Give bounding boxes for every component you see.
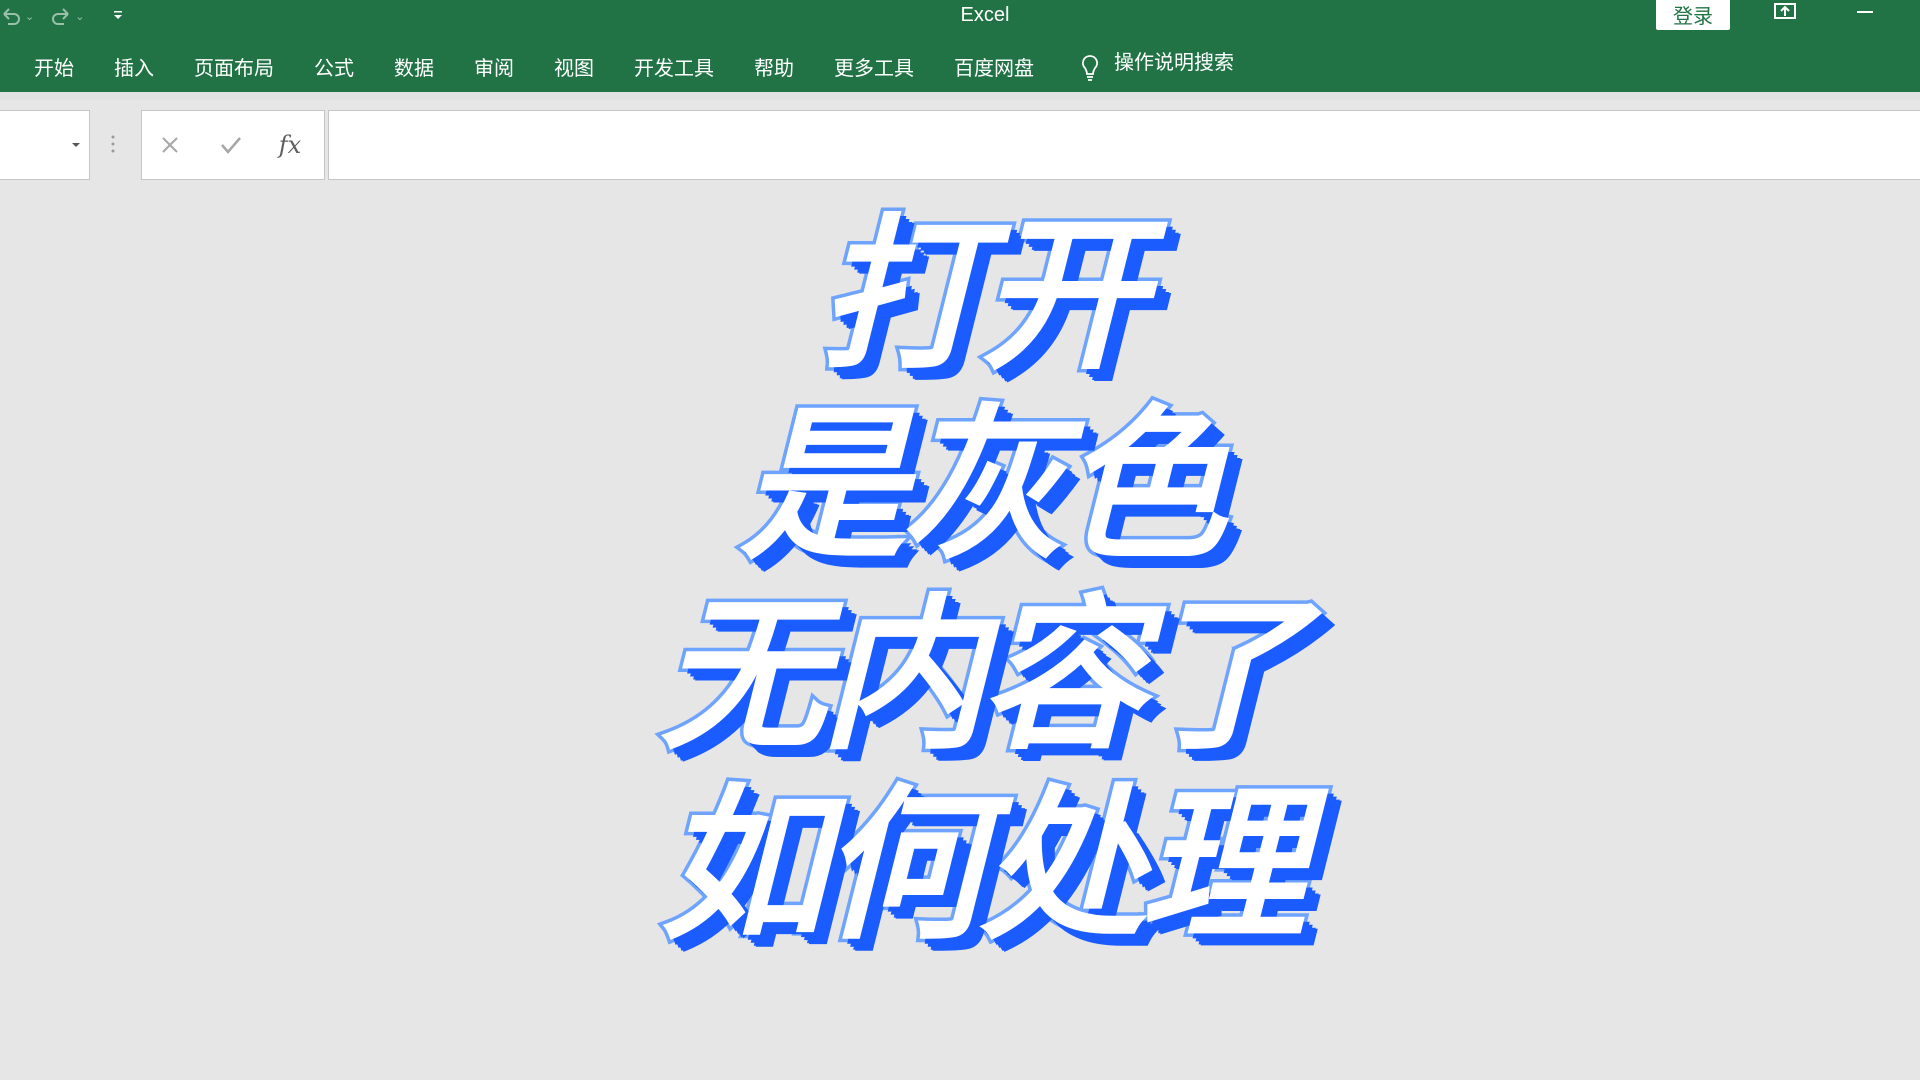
app-title: Excel xyxy=(960,4,1010,26)
ribbon-display-options-icon[interactable] xyxy=(1772,0,1798,26)
fx-icon: fx xyxy=(278,131,302,159)
insert-function-button[interactable]: fx xyxy=(274,129,306,161)
ribbon-collapsed-area xyxy=(0,92,1920,100)
tab-data[interactable]: 数据 xyxy=(374,32,454,92)
chevron-down-icon[interactable] xyxy=(72,143,80,147)
ribbon-tab-row: 开始 插入 页面布局 公式 数据 审阅 视图 开发工具 帮助 更多工具 百度网盘… xyxy=(0,32,1920,92)
minimize-icon[interactable] xyxy=(1852,0,1878,26)
caption-overlay: 打开 是灰色 无内容了 如何处理 xyxy=(540,150,1420,967)
tab-help[interactable]: 帮助 xyxy=(734,32,814,92)
title-bar: ⌄ ⌄ Excel 登录 xyxy=(0,0,1920,32)
formula-buttons: fx xyxy=(141,110,325,180)
signin-button[interactable]: 登录 xyxy=(1656,0,1730,30)
tab-page-layout[interactable]: 页面布局 xyxy=(174,32,294,92)
ribbon-tabs: 开始 插入 页面布局 公式 数据 审阅 视图 开发工具 帮助 更多工具 百度网盘… xyxy=(14,32,1234,92)
caption-line-4: 如何处理 xyxy=(657,767,1310,967)
tab-baidu-netdisk[interactable]: 百度网盘 xyxy=(934,32,1054,92)
enter-button[interactable] xyxy=(215,129,247,161)
name-box[interactable] xyxy=(0,110,90,180)
tab-insert[interactable]: 插入 xyxy=(94,32,174,92)
tab-formulas[interactable]: 公式 xyxy=(294,32,374,92)
tell-me-label: 操作说明搜索 xyxy=(1114,50,1234,74)
corner-decoration xyxy=(1792,1072,1862,1080)
lightbulb-icon xyxy=(1082,55,1098,81)
resize-grip-icon[interactable] xyxy=(111,134,115,154)
tab-home[interactable]: 开始 xyxy=(14,32,94,92)
checkmark-icon xyxy=(221,137,241,154)
tab-review[interactable]: 审阅 xyxy=(454,32,534,92)
cancel-icon xyxy=(162,137,178,153)
tab-more-tools[interactable]: 更多工具 xyxy=(814,32,934,92)
excel-window: ⌄ ⌄ Excel 登录 开始 插入 页面布局 公式 数据 审阅 视图 开发工具… xyxy=(0,0,1920,1080)
cancel-button[interactable] xyxy=(154,129,186,161)
tab-view[interactable]: 视图 xyxy=(534,32,614,92)
tell-me-search[interactable]: 操作说明搜索 xyxy=(1054,32,1234,92)
tab-developer[interactable]: 开发工具 xyxy=(614,32,734,92)
